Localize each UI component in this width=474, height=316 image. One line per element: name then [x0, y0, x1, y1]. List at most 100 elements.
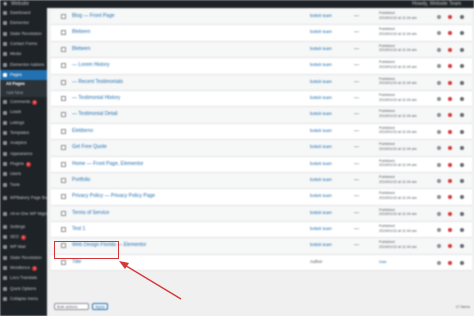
author-link[interactable]: bottek team: [310, 177, 332, 182]
row-checkbox[interactable]: [61, 95, 66, 101]
account-greeting[interactable]: Howdy, Website Team: [412, 1, 461, 7]
sidebar-item-label: Leads: [10, 110, 22, 115]
sidebar-item-loco-translate[interactable]: Loco Translate: [0, 273, 47, 283]
page-title-link[interactable]: Home — Front Page, Elementor: [72, 161, 143, 167]
page-title-link[interactable]: — Testimonial Detail: [72, 111, 117, 117]
row-checkbox[interactable]: [61, 161, 66, 167]
sidebar-item-pages[interactable]: Pages: [0, 69, 47, 81]
row-checkbox[interactable]: [61, 210, 66, 216]
sidebar-item-elementor[interactable]: Elementor: [0, 18, 47, 28]
author-link[interactable]: bottek team: [310, 62, 332, 67]
row-checkbox[interactable]: [61, 112, 66, 118]
page-title-link[interactable]: Elebbeno: [72, 128, 93, 134]
row-checkbox[interactable]: [61, 128, 66, 134]
links-icon: [460, 211, 464, 216]
sidebar-item-all-pages[interactable]: All Pages: [0, 80, 47, 89]
page-title-link[interactable]: Test 1: [72, 226, 85, 232]
page-title-link[interactable]: Blebeen: [72, 46, 90, 52]
sidebar-item-contact-forms[interactable]: Contact Forms: [0, 39, 47, 49]
sidebar-item-settings[interactable]: Settings: [0, 222, 47, 232]
sidebar-item-add-new[interactable]: Add New: [0, 88, 47, 98]
seo-score-icon: [437, 47, 441, 52]
sidebar-item-tools[interactable]: Tools: [0, 179, 47, 189]
bulk-actions-select[interactable]: Bulk actions: [54, 303, 89, 310]
author-link[interactable]: bottek team: [310, 210, 332, 215]
page-title-link[interactable]: — Recent Testimonials: [72, 79, 123, 85]
links-icon: [460, 178, 464, 183]
author-link[interactable]: bottek team: [310, 128, 332, 133]
apply-button[interactable]: Apply: [92, 303, 108, 310]
page-title-link[interactable]: Get Free Quote: [72, 144, 107, 150]
comments-count: —: [354, 242, 359, 249]
sidebar-item-appearance[interactable]: Appearance: [0, 149, 47, 159]
notification-count-badge: 2: [32, 99, 38, 105]
author-link[interactable]: bottek team: [310, 193, 332, 198]
sidebar-item-wordfence[interactable]: Wordfence 1: [0, 263, 47, 273]
sidebar-item-listings[interactable]: Listings: [0, 118, 47, 128]
row-checkbox[interactable]: [61, 227, 66, 233]
row-checkbox[interactable]: [61, 30, 66, 36]
notification-count-badge: 1: [32, 265, 38, 271]
sidebar-item-slider-revolution[interactable]: Slider Revolution: [0, 253, 47, 263]
readability-icon: [448, 31, 452, 36]
dashboard-icon: [3, 11, 7, 16]
page-title-link[interactable]: — Testimonial History: [72, 95, 120, 101]
page-title-link[interactable]: — Lorem History: [72, 62, 110, 68]
links-icon: [460, 64, 464, 69]
sidebar-item-collapse-menu[interactable]: Collapse menu: [0, 294, 47, 304]
row-checkbox[interactable]: [61, 194, 66, 200]
author-link[interactable]: bottek team: [310, 29, 332, 34]
sidebar-item-plugins[interactable]: Plugins 5: [0, 159, 47, 169]
date-column-header[interactable]: Date: [379, 260, 387, 264]
row-checkbox[interactable]: [61, 79, 66, 85]
page-title-link[interactable]: Blebeen: [72, 29, 90, 35]
addons-icon: [3, 62, 7, 67]
sidebar-item-label: Loco Translate: [10, 276, 38, 281]
author-link[interactable]: bottek team: [310, 226, 332, 231]
row-checkbox[interactable]: [61, 177, 66, 183]
page-title-link[interactable]: Privacy Policy — Privacy Policy Page: [72, 193, 155, 199]
author-link[interactable]: bottek team: [310, 111, 332, 116]
row-checkbox[interactable]: [61, 145, 66, 151]
sidebar-item-comments[interactable]: Comments 2: [0, 97, 47, 107]
sidebar-item-media[interactable]: Media: [0, 49, 47, 59]
sidebar-item-quick-options[interactable]: Quick Options: [0, 284, 47, 294]
page-title-link[interactable]: Blog — Front Page: [72, 13, 115, 19]
pages-icon: [3, 72, 7, 77]
sidebar-item-analytics[interactable]: Analytics: [0, 138, 47, 148]
status-label: Published: [379, 43, 395, 48]
sidebar-item-leads[interactable]: Leads: [0, 107, 47, 117]
author-link[interactable]: bottek team: [310, 161, 332, 166]
sidebar-item-elementor-addons[interactable]: Elementor Addons: [0, 59, 47, 69]
sidebar-item-all-in-one-wp-migration[interactable]: All-in-One WP Migration: [0, 206, 47, 222]
sidebar-item-label: Add New: [6, 90, 23, 95]
sidebar-item-templates[interactable]: Templates: [0, 128, 47, 138]
seo-score-icon: [437, 80, 441, 85]
sidebar-item-dashboard[interactable]: Dashboard: [0, 8, 47, 18]
author-link[interactable]: Author: [310, 259, 322, 264]
author-link[interactable]: bottek team: [310, 242, 332, 247]
comments-count: —: [354, 111, 359, 118]
sidebar-item-wpbakery-page-builder[interactable]: WPBakery Page Builder: [0, 190, 47, 206]
author-link[interactable]: bottek team: [310, 13, 332, 18]
page-title-link[interactable]: Title: [72, 259, 81, 265]
author-link[interactable]: bottek team: [310, 79, 332, 84]
page-title-link[interactable]: Portfolio: [72, 177, 90, 183]
status-label: Published: [379, 125, 395, 130]
author-link[interactable]: bottek team: [310, 46, 332, 51]
row-checkbox[interactable]: [61, 14, 66, 19]
row-checkbox[interactable]: [61, 63, 66, 69]
row-checkbox[interactable]: [61, 46, 66, 52]
author-link[interactable]: bottek team: [310, 144, 332, 149]
page-title-link[interactable]: Terms of Service: [72, 210, 109, 216]
author-link[interactable]: bottek team: [310, 95, 332, 100]
sidebar-item-users[interactable]: Users: [0, 169, 47, 179]
publish-date: 2019/01/10 at 11:44 am: [379, 15, 417, 20]
wordpress-logo-icon[interactable]: ◉: [3, 1, 7, 7]
sidebar-item-seo[interactable]: SEO 1: [0, 232, 47, 242]
status-label: Published: [379, 191, 395, 196]
sidebar-item-slider-revolution[interactable]: Slider Revolution: [0, 29, 47, 39]
site-name-link[interactable]: Website: [11, 1, 29, 7]
row-checkbox[interactable]: [61, 259, 66, 265]
sidebar-item-wp-mail[interactable]: WP Mail: [0, 242, 47, 252]
